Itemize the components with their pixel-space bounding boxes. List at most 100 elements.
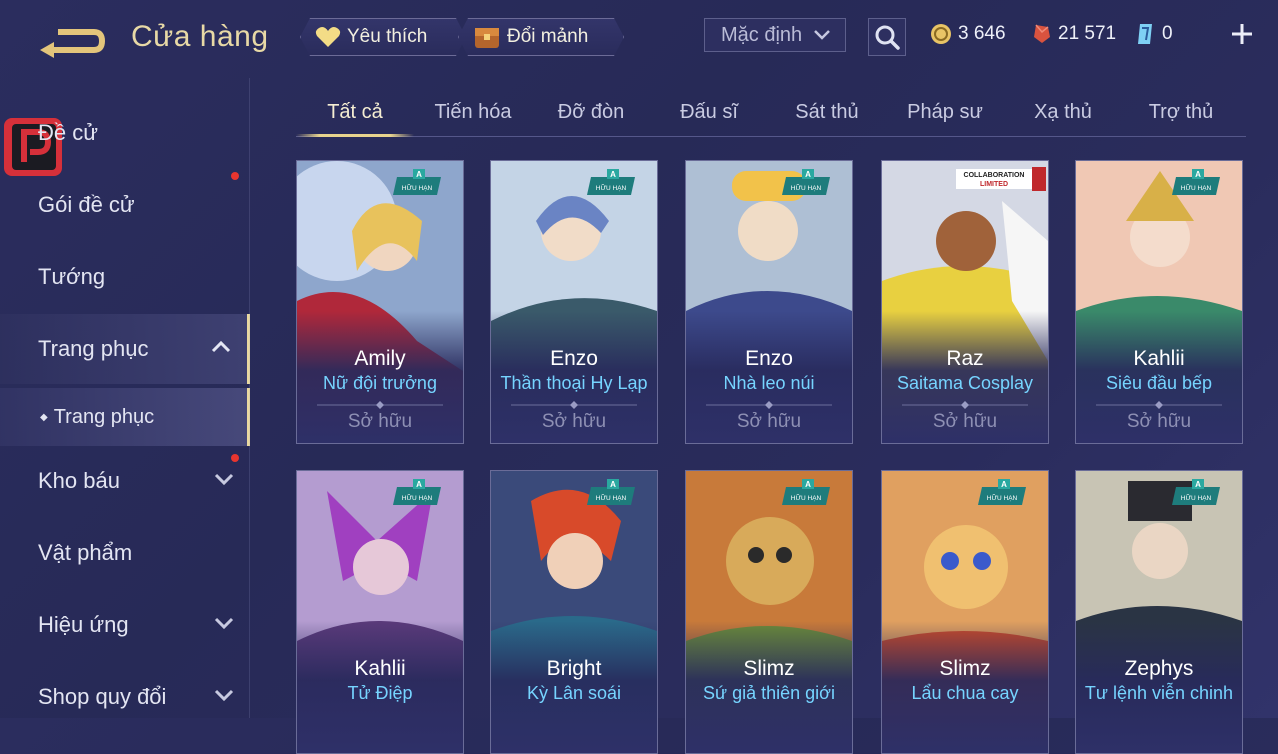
skin-card[interactable]: A HỮU HẠN Kahlii Tử Điệp (296, 470, 464, 754)
chevron-down-icon (814, 30, 830, 40)
tab-all[interactable]: Tất cả (296, 94, 414, 137)
sidebar-subitem-costumes[interactable]: ◆ Trang phục (0, 388, 250, 446)
skin-name: Tử Điệp (347, 683, 413, 703)
divider-ornament (317, 401, 443, 409)
svg-text:A: A (805, 170, 811, 179)
svg-text:HỮU HẠN: HỮU HẠN (791, 183, 822, 192)
skin-card[interactable]: A HỮU HẠN Amily Nữ đội trưởng Sở hữu (296, 160, 464, 444)
treasure-chest-icon (473, 24, 501, 50)
gold-balance: 3 646 (930, 20, 1006, 48)
sidebar-item-label: Kho báu (38, 468, 120, 493)
skin-name: Sứ giả thiên giới (703, 683, 835, 703)
limited-rank-badge: A HỮU HẠN (393, 479, 441, 505)
limited-rank-badge: A HỮU HẠN (782, 169, 830, 195)
page-title: Cửa hàng (131, 20, 269, 53)
favorite-button[interactable]: Yêu thích (300, 18, 466, 56)
svg-text:HỮU HẠN: HỮU HẠN (1181, 493, 1212, 502)
collaboration-limited-badge: COLLABORATION LIMITED (956, 167, 1046, 191)
divider-ornament (1096, 401, 1222, 409)
skin-card[interactable]: A HỮU HẠN Kahlii Siêu đầu bếp Sở hữu (1075, 160, 1243, 444)
sidebar-item-label: Vật phẩm (38, 540, 133, 565)
svg-text:HỮU HẠN: HỮU HẠN (402, 183, 433, 192)
svg-text:A: A (1195, 480, 1201, 489)
notification-dot (231, 454, 239, 462)
sidebar-item-costumes[interactable]: Trang phục (0, 314, 250, 384)
search-button[interactable] (868, 18, 906, 56)
skin-card[interactable]: COLLABORATION LIMITED Raz Saitama Cospla… (881, 160, 1049, 444)
sidebar-item-treasure[interactable]: Kho báu (0, 446, 250, 516)
add-currency-plus-icon[interactable] (1228, 20, 1256, 48)
skin-card[interactable]: A HỮU HẠN Bright Kỳ Lân soái (490, 470, 658, 754)
sort-dropdown[interactable]: Mặc định (704, 18, 846, 52)
hero-name: Kahlii (354, 657, 406, 680)
svg-text:HỮU HẠN: HỮU HẠN (596, 183, 627, 192)
owned-status: Sở hữu (932, 411, 998, 432)
divider-ornament (511, 401, 637, 409)
sidebar-item-label: Gói đề cử (38, 192, 135, 217)
hero-name: Slimz (743, 657, 795, 680)
chevron-down-icon (214, 473, 234, 486)
skin-name: Kỳ Lân soái (526, 683, 622, 703)
voucher-amount: 21 571 (1058, 23, 1117, 44)
tab-tank[interactable]: Đỡ đòn (532, 94, 650, 136)
skin-name: Saitama Cosplay (896, 373, 1034, 393)
hero-name: Enzo (550, 347, 598, 370)
tab-support[interactable]: Trợ thủ (1122, 94, 1240, 136)
skin-name: Tư lệnh viễn chinh (1084, 683, 1234, 703)
skin-name: Siêu đầu bếp (1105, 373, 1213, 393)
exchange-fragment-button[interactable]: Đổi mảnh (458, 18, 624, 56)
tab-marksman[interactable]: Xạ thủ (1004, 94, 1122, 136)
skin-card[interactable]: A HỮU HẠN Zephys Tư lệnh viễn chinh (1075, 470, 1243, 754)
tab-evolution[interactable]: Tiến hóa (414, 94, 532, 136)
sidebar-item-recommended-packs[interactable]: Gói đề cử (0, 170, 250, 240)
skin-card[interactable]: A HỮU HẠN Slimz Sứ giả thiên giới (685, 470, 853, 754)
limited-rank-badge: A HỮU HẠN (1172, 169, 1220, 195)
sidebar-item-label: Trang phục (53, 405, 155, 428)
sidebar-item-exchange-shop[interactable]: Shop quy đổi (0, 662, 250, 732)
svg-text:A: A (610, 170, 616, 179)
tab-mage[interactable]: Pháp sư (886, 94, 1004, 136)
svg-text:A: A (1001, 480, 1007, 489)
sidebar-item-label: Shop quy đổi (38, 684, 167, 709)
hero-name: Kahlii (1133, 347, 1185, 370)
back-arrow-icon[interactable] (36, 22, 106, 60)
svg-text:A: A (416, 480, 422, 489)
top-bar: Cửa hàng Yêu thích Đổi mảnh Mặc định 3 6… (0, 0, 1278, 78)
sidebar-item-label: Đề cử (38, 120, 98, 145)
sidebar-item-heroes[interactable]: Tướng (0, 242, 250, 312)
skin-card[interactable]: A HỮU HẠN Enzo Nhà leo núi Sở hữu (685, 160, 853, 444)
chevron-down-icon (214, 617, 234, 630)
limited-rank-badge: A HỮU HẠN (587, 479, 635, 505)
limited-rank-badge: A HỮU HẠN (587, 169, 635, 195)
divider-ornament (902, 401, 1028, 409)
owned-status: Sở hữu (541, 411, 607, 432)
tab-assassin[interactable]: Sát thủ (768, 94, 886, 136)
sidebar-item-items[interactable]: Vật phẩm (0, 518, 250, 588)
heart-icon (315, 26, 341, 48)
hero-name: Zephys (1124, 657, 1194, 680)
owned-status: Sở hữu (347, 411, 413, 432)
skin-card[interactable]: A HỮU HẠN Slimz Lẩu chua cay (881, 470, 1049, 754)
sidebar-item-label: Trang phục (38, 336, 149, 361)
owned-status: Sở hữu (1126, 411, 1192, 432)
diamond-balance: 0 (1134, 20, 1173, 48)
diamond-amount: 0 (1162, 23, 1173, 44)
favorite-label: Yêu thích (347, 26, 428, 47)
category-tabs: Tất cả Tiến hóa Đỡ đòn Đấu sĩ Sát thủ Ph… (296, 94, 1246, 137)
svg-text:HỮU HẠN: HỮU HẠN (402, 493, 433, 502)
sidebar-item-recommended[interactable]: Đề cử (0, 98, 250, 168)
voucher-gem-icon (1034, 24, 1050, 43)
chevron-down-icon (214, 689, 234, 702)
gold-coin-icon (931, 24, 951, 44)
svg-text:HỮU HẠN: HỮU HẠN (596, 493, 627, 502)
svg-text:COLLABORATION: COLLABORATION (964, 172, 1025, 179)
svg-text:HỮU HẠN: HỮU HẠN (987, 493, 1018, 502)
sidebar-item-effects[interactable]: Hiệu ứng (0, 590, 250, 660)
skin-name: Lẩu chua cay (911, 683, 1019, 703)
fragment-label: Đổi mảnh (507, 26, 589, 47)
svg-text:A: A (610, 480, 616, 489)
tab-fighter[interactable]: Đấu sĩ (650, 94, 768, 136)
voucher-balance: 21 571 (1032, 20, 1116, 48)
skin-card[interactable]: A HỮU HẠN Enzo Thần thoại Hy Lạp Sở hữu (490, 160, 658, 444)
svg-text:A: A (416, 170, 422, 179)
